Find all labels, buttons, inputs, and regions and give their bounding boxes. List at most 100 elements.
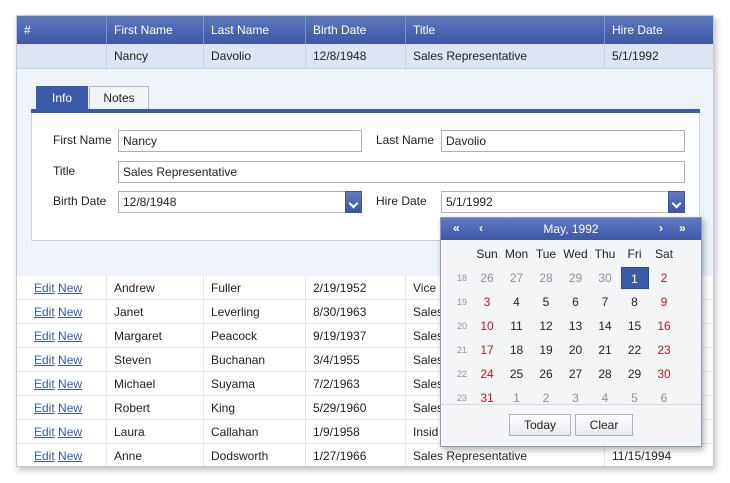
calendar-day[interactable]: 5 <box>532 291 560 313</box>
calendar-day[interactable]: 21 <box>591 339 619 361</box>
new-link[interactable]: New <box>58 401 82 415</box>
tab-info[interactable]: Info <box>36 86 88 109</box>
next-year-icon[interactable]: » <box>679 218 686 240</box>
selected-row[interactable]: Nancy Davolio 12/8/1948 Sales Representa… <box>17 44 713 69</box>
calendar-day[interactable]: 16 <box>650 315 678 337</box>
row-commands: Edit New <box>34 324 82 348</box>
edit-link[interactable]: Edit <box>34 401 55 415</box>
new-link[interactable]: New <box>58 353 82 367</box>
new-link[interactable]: New <box>58 305 82 319</box>
edit-link[interactable]: Edit <box>34 425 55 439</box>
last-name-cell: Dodsworth <box>204 444 306 466</box>
first-name-label: First Name <box>53 133 112 147</box>
hire-date-dropdown-button[interactable] <box>668 191 685 213</box>
birth-date-cell: 8/30/1963 <box>306 300 406 324</box>
calendar-day[interactable]: 14 <box>591 315 619 337</box>
calendar-day[interactable]: 2 <box>532 387 560 409</box>
calendar-day[interactable]: 13 <box>562 315 590 337</box>
calendar-day[interactable]: 11 <box>503 315 531 337</box>
edit-link[interactable]: Edit <box>34 353 55 367</box>
tab-notes[interactable]: Notes <box>89 86 149 109</box>
calendar-day[interactable]: 15 <box>621 315 649 337</box>
new-link[interactable]: New <box>58 425 82 439</box>
calendar-day[interactable]: 8 <box>621 291 649 313</box>
calendar-day[interactable]: 28 <box>591 363 619 385</box>
birth-date-dropdown-button[interactable] <box>345 191 362 213</box>
calendar-day[interactable]: 6 <box>650 387 678 409</box>
week-number: 21 <box>456 345 467 355</box>
prev-year-icon[interactable]: « <box>453 218 460 240</box>
first-name-cell: Margaret <box>107 324 204 348</box>
calendar-day[interactable]: 10 <box>473 315 501 337</box>
calendar-day[interactable]: 19 <box>532 339 560 361</box>
calendar-day[interactable]: 28 <box>532 267 560 289</box>
column-header-birth-date[interactable]: Birth Date <box>306 16 406 44</box>
calendar-day-selected[interactable]: 1 <box>620 267 649 289</box>
week-number: 23 <box>456 393 467 403</box>
new-link[interactable]: New <box>58 377 82 391</box>
week-number: 20 <box>456 321 467 331</box>
first-name-cell: Janet <box>107 300 204 324</box>
column-header-first-name[interactable]: First Name <box>107 16 204 44</box>
edit-link[interactable]: Edit <box>34 449 55 463</box>
column-header-title[interactable]: Title <box>406 16 605 44</box>
hire-date-picker[interactable]: 5/1/1992 <box>441 191 685 213</box>
calendar-day[interactable]: 5 <box>621 387 649 409</box>
week-number: 18 <box>456 273 467 283</box>
new-link[interactable]: New <box>58 281 82 295</box>
next-month-icon[interactable]: › <box>659 218 663 240</box>
calendar-day[interactable]: 26 <box>532 363 560 385</box>
calendar-day[interactable]: 24 <box>473 363 501 385</box>
calendar-day[interactable]: 6 <box>562 291 590 313</box>
calendar-day[interactable]: 27 <box>562 363 590 385</box>
edit-link[interactable]: Edit <box>34 329 55 343</box>
edit-link[interactable]: Edit <box>34 377 55 391</box>
new-link[interactable]: New <box>58 329 82 343</box>
new-link[interactable]: New <box>58 449 82 463</box>
first-name-input[interactable]: Nancy <box>118 130 362 152</box>
title-cell: Sales Representative <box>406 444 605 466</box>
calendar-day[interactable]: 7 <box>591 291 619 313</box>
edit-link[interactable]: Edit <box>34 305 55 319</box>
column-header-number[interactable]: # <box>17 16 107 44</box>
calendar-day[interactable]: 4 <box>503 291 531 313</box>
birth-date-cell: 7/2/1963 <box>306 372 406 396</box>
calendar-day[interactable]: 2 <box>650 267 678 289</box>
row-commands: Edit New <box>34 372 82 396</box>
calendar-day[interactable]: 25 <box>503 363 531 385</box>
calendar-day[interactable]: 29 <box>562 267 590 289</box>
last-name-input[interactable]: Davolio <box>441 130 685 152</box>
clear-button[interactable]: Clear <box>575 414 633 436</box>
calendar-day[interactable]: 9 <box>650 291 678 313</box>
calendar-day[interactable]: 17 <box>473 339 501 361</box>
calendar-day[interactable]: 12 <box>532 315 560 337</box>
today-button[interactable]: Today <box>509 414 571 436</box>
calendar-day[interactable]: 27 <box>503 267 531 289</box>
column-header-last-name[interactable]: Last Name <box>204 16 306 44</box>
column-header-hire-date[interactable]: Hire Date <box>605 16 713 44</box>
calendar-day[interactable]: 3 <box>562 387 590 409</box>
calendar-title[interactable]: May, 1992 <box>501 218 641 240</box>
calendar-day[interactable]: 29 <box>621 363 649 385</box>
title-input[interactable]: Sales Representative <box>118 161 685 183</box>
calendar-day[interactable]: 26 <box>473 267 501 289</box>
calendar-day[interactable]: 22 <box>621 339 649 361</box>
calendar-day[interactable]: 1 <box>503 387 531 409</box>
last-name-cell: Suyama <box>204 372 306 396</box>
weekday-label: Thu <box>594 247 616 261</box>
edit-link[interactable]: Edit <box>34 281 55 295</box>
prev-month-icon[interactable]: ‹ <box>479 218 483 240</box>
calendar-day[interactable]: 30 <box>591 267 619 289</box>
weekday-label: Sun <box>476 247 498 261</box>
birth-date-picker[interactable]: 12/8/1948 <box>118 191 362 213</box>
calendar-day[interactable]: 18 <box>503 339 531 361</box>
calendar-day[interactable]: 31 <box>473 387 501 409</box>
calendar-day[interactable]: 23 <box>650 339 678 361</box>
table-row[interactable]: Edit New Anne Dodsworth 1/27/1966 Sales Repr… <box>17 444 713 466</box>
calendar-day[interactable]: 20 <box>562 339 590 361</box>
calendar-day[interactable]: 4 <box>591 387 619 409</box>
first-name-cell: Nancy <box>107 44 204 69</box>
calendar-day[interactable]: 3 <box>473 291 501 313</box>
last-name-cell: Leverling <box>204 300 306 324</box>
calendar-day[interactable]: 30 <box>650 363 678 385</box>
